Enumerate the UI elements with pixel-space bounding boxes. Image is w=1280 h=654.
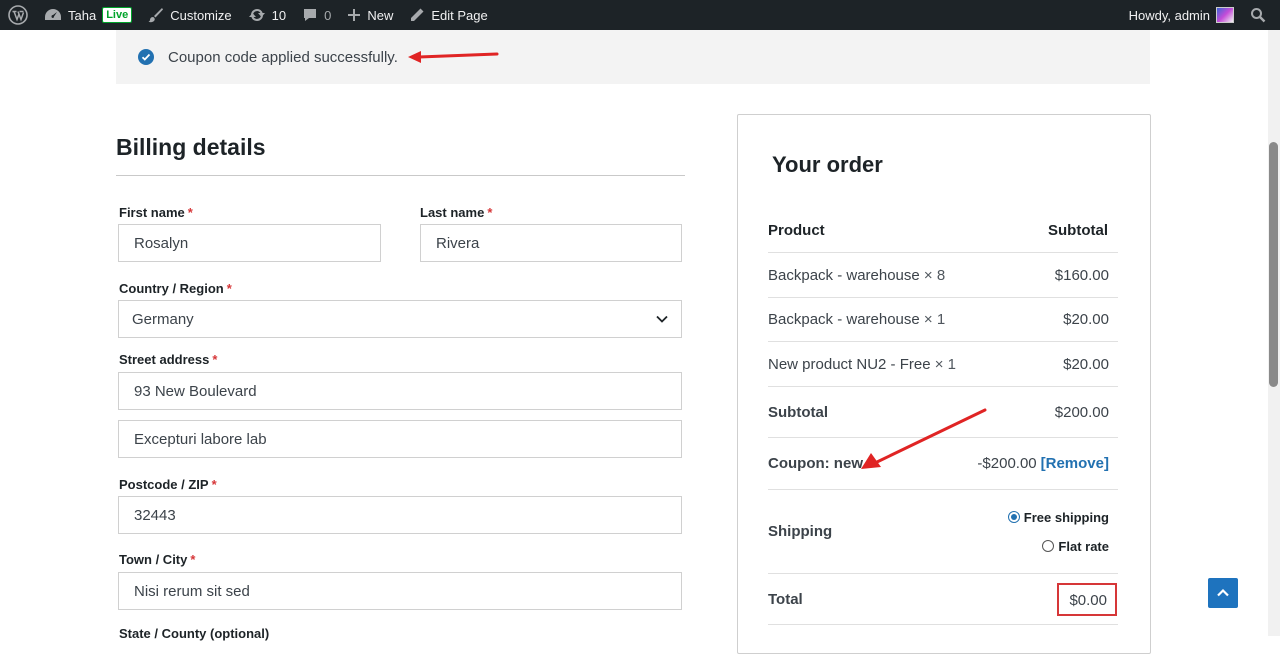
item-name: New product NU2 - Free — [768, 355, 931, 373]
coupon-success-notice: Coupon code applied successfully. — [116, 30, 1150, 84]
order-item-row: New product NU2 - Free × 1 $20.00 — [768, 342, 1118, 387]
wordpress-icon — [8, 5, 28, 25]
customize-link[interactable]: Customize — [140, 0, 239, 30]
updates-link[interactable]: 10 — [240, 0, 294, 30]
item-price: $20.00 — [1063, 311, 1109, 328]
last-name-label: Last name * — [420, 205, 493, 220]
city-field[interactable]: Nisi rerum sit sed — [118, 572, 682, 610]
shipping-option-flat[interactable]: Flat rate — [1042, 539, 1109, 554]
dashboard-icon — [45, 9, 61, 20]
country-select[interactable]: Germany — [118, 300, 682, 338]
item-name: Backpack - warehouse — [768, 311, 920, 328]
coupon-row: Coupon: new -$200.00 [Remove] — [768, 438, 1118, 490]
live-badge: Live — [102, 7, 133, 23]
search-icon — [1251, 8, 1266, 23]
check-circle-icon — [138, 49, 154, 65]
item-name: Backpack - warehouse — [768, 266, 920, 284]
street-label: Street address * — [119, 352, 218, 367]
admin-bar: Taha Live Customize 10 0 New Edit Page H… — [0, 0, 1280, 30]
item-qty: × 1 — [923, 311, 946, 328]
item-qty: × 8 — [923, 266, 946, 284]
customize-label: Customize — [170, 7, 232, 23]
order-item-row: Backpack - warehouse × 8 $160.00 — [768, 253, 1118, 298]
radio-free-shipping[interactable] — [1007, 510, 1020, 523]
item-price: $20.00 — [1063, 355, 1109, 373]
street-address-field[interactable]: 93 New Boulevard — [118, 372, 682, 410]
shipping-option-free[interactable]: Free shipping — [1007, 510, 1109, 525]
billing-title: Billing details — [116, 134, 266, 160]
site-name: Taha — [68, 7, 97, 23]
last-name-field[interactable]: Rivera — [420, 224, 682, 262]
admin-search[interactable] — [1242, 0, 1280, 30]
plus-icon — [348, 9, 361, 21]
postcode-field[interactable]: 32443 — [118, 496, 682, 534]
item-qty: × 1 — [934, 355, 957, 373]
subtotal-row: Subtotal $200.00 — [768, 387, 1118, 438]
order-title: Your order — [772, 152, 883, 177]
chevron-down-icon — [656, 315, 668, 323]
updates-count: 10 — [271, 7, 287, 23]
coupon-label: Coupon: new — [768, 455, 863, 472]
col-product: Product — [768, 221, 825, 239]
total-value: $0.00 — [1057, 582, 1117, 616]
updates-icon — [248, 9, 265, 21]
order-item-row: Backpack - warehouse × 1 $20.00 — [768, 298, 1118, 342]
total-row: Total $0.00 — [768, 574, 1118, 625]
edit-page-link[interactable]: Edit Page — [401, 0, 495, 30]
total-label: Total — [768, 590, 803, 608]
shipping-options: Free shipping Flat rate — [1007, 510, 1109, 554]
radio-flat-rate[interactable] — [1042, 539, 1055, 552]
state-label: State / County (optional) — [119, 626, 270, 641]
shipping-label: Shipping — [768, 523, 833, 540]
city-label: Town / City * — [119, 552, 196, 567]
pencil-icon — [411, 8, 424, 21]
subtotal-label: Subtotal — [768, 403, 828, 421]
col-subtotal: Subtotal — [1048, 221, 1108, 239]
order-table-header: Product Subtotal — [768, 208, 1118, 253]
comments-link[interactable]: 0 — [294, 0, 339, 30]
avatar — [1216, 7, 1234, 23]
scrollbar-thumb[interactable] — [1269, 142, 1278, 387]
arrow-up-icon — [1217, 588, 1229, 597]
notice-message: Coupon code applied successfully. — [168, 48, 398, 66]
subtotal-value: $200.00 — [1054, 403, 1109, 421]
country-label: Country / Region * — [119, 281, 232, 296]
comment-icon — [304, 9, 317, 21]
wp-logo-menu[interactable] — [0, 0, 36, 30]
new-content-menu[interactable]: New — [339, 0, 401, 30]
postcode-label: Postcode / ZIP * — [119, 477, 217, 492]
country-value: Germany — [132, 310, 194, 328]
brush-icon — [148, 8, 164, 23]
first-name-field[interactable]: Rosalyn — [118, 224, 381, 262]
street-address-2-field[interactable]: Excepturi labore lab — [118, 420, 682, 458]
new-label: New — [367, 7, 394, 23]
comments-count: 0 — [324, 7, 332, 23]
howdy-text: Howdy, admin — [1128, 7, 1210, 23]
first-name-label: First name * — [119, 205, 193, 220]
remove-coupon-link[interactable]: [Remove] — [1041, 455, 1109, 472]
divider — [116, 175, 685, 176]
shipping-row: Shipping Free shipping Flat rate — [768, 490, 1118, 574]
coupon-discount: -$200.00 — [977, 455, 1037, 472]
edit-page-label: Edit Page — [431, 7, 488, 23]
my-account-menu[interactable]: Howdy, admin — [1121, 0, 1242, 30]
site-name-menu[interactable]: Taha Live — [36, 0, 140, 30]
scroll-to-top-button[interactable] — [1208, 578, 1238, 608]
item-price: $160.00 — [1054, 266, 1109, 284]
